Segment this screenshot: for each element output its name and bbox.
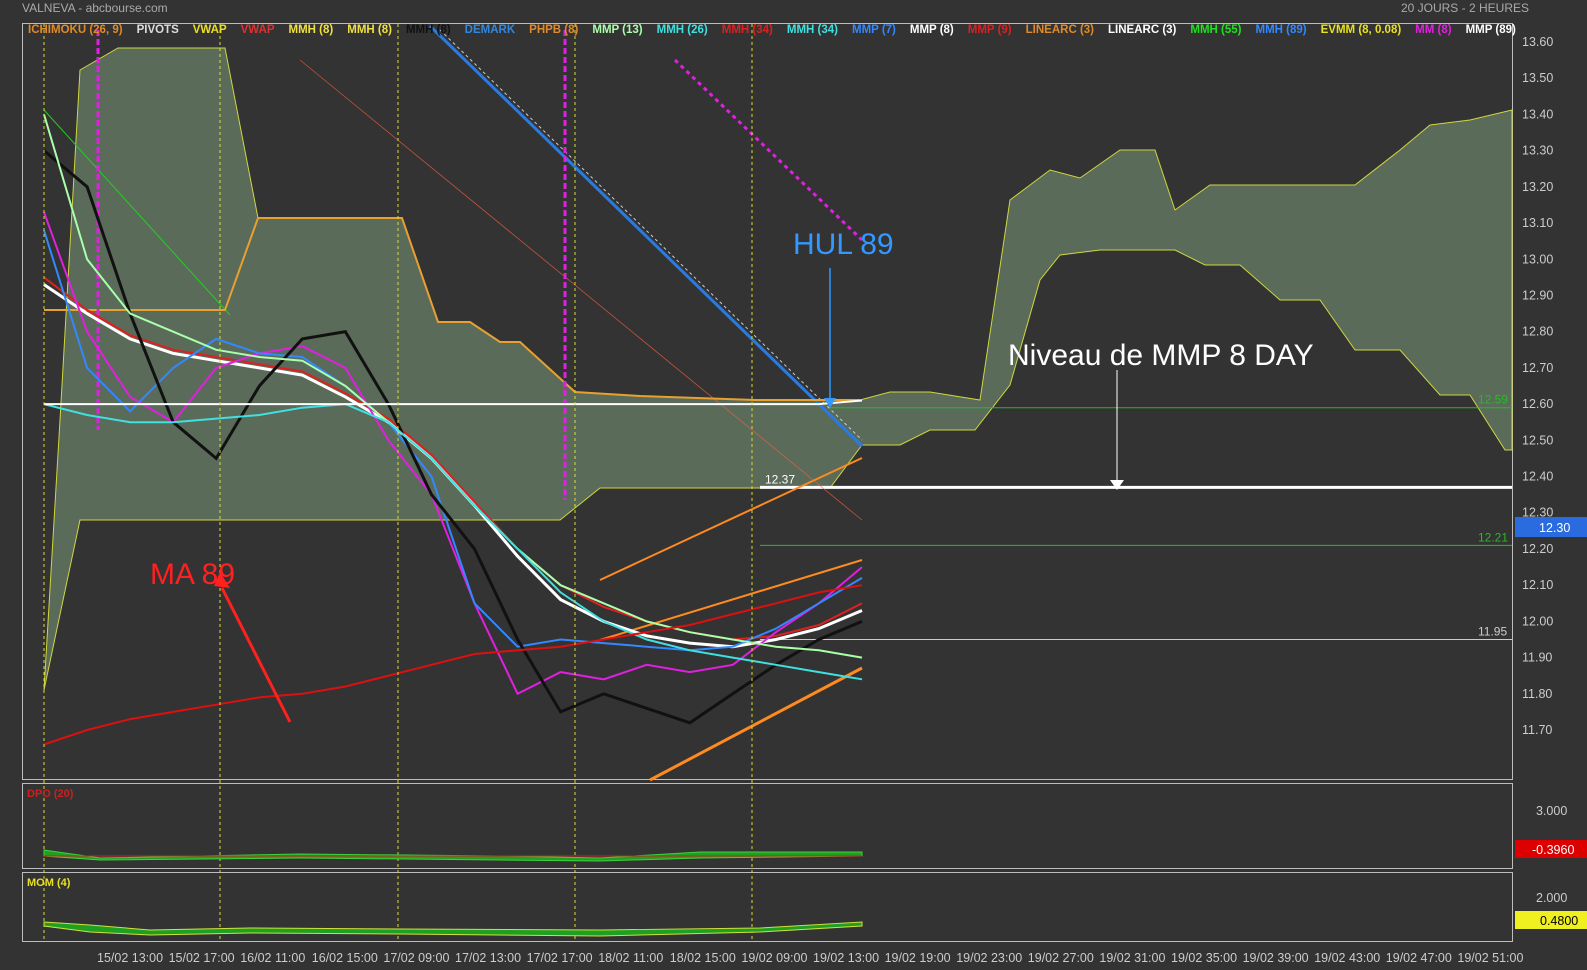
mom-tick: 2.000 xyxy=(1536,891,1567,905)
x-tick-label: 16/02 11:00 xyxy=(240,951,305,965)
x-tick-label: 19/02 09:00 xyxy=(741,951,807,965)
y-tick-label: 13.10 xyxy=(1522,216,1553,230)
x-tick-label: 19/02 43:00 xyxy=(1314,951,1380,965)
legend-entry: LINEARC (3) xyxy=(1108,24,1177,36)
legend-entry: MMP (8) xyxy=(909,24,954,36)
x-tick-label: 15/02 17:00 xyxy=(169,951,235,965)
legend-entry: MMH (34) xyxy=(786,24,839,36)
y-tick-label: 12.00 xyxy=(1522,614,1553,628)
x-tick-label: 17/02 17:00 xyxy=(527,951,593,965)
legend-entry: DEMARK xyxy=(464,24,516,36)
level-label: 11.95 xyxy=(1478,624,1507,638)
x-tick-label: 18/02 15:00 xyxy=(670,951,736,965)
legend-entry: ICHIMOKU (26, 9) xyxy=(28,24,123,36)
y-tick-label: 12.90 xyxy=(1522,288,1553,302)
legend-entry: MMH (55) xyxy=(1190,24,1242,36)
x-tick-label: 15/02 13:00 xyxy=(97,951,163,965)
y-tick-label: 11.70 xyxy=(1522,723,1552,737)
legend-entry: VWAP xyxy=(240,24,275,36)
mom-area xyxy=(43,921,863,937)
x-tick-label: 19/02 13:00 xyxy=(813,951,879,965)
y-axis: 13.60 13.50 13.40 13.30 13.20 13.10 13.00 12.90… xyxy=(1522,35,1553,737)
legend-entry: MMH (8) xyxy=(288,24,334,36)
y-tick-label: 13.20 xyxy=(1522,180,1553,194)
legend-entry: MMP (89) xyxy=(1465,24,1516,36)
y-tick-label: 12.50 xyxy=(1522,433,1553,447)
legend-entry: MM (8) xyxy=(1415,24,1452,36)
legend-entry: MMH (8) xyxy=(405,24,451,36)
mom-last-value: 0.4800 xyxy=(1540,914,1578,928)
legend-entry: MMH (26) xyxy=(656,24,708,36)
x-tick-label: 19/02 39:00 xyxy=(1243,951,1309,965)
chart-canvas: 12.59 12.37 12.21 11.95 13.60 13.50 13.40 13.3… xyxy=(27,24,1587,965)
y-tick-label: 11.90 xyxy=(1522,651,1552,665)
annotation-mmp8day: Niveau de MMP 8 DAY xyxy=(1008,339,1314,372)
y-tick-label: 13.60 xyxy=(1522,35,1553,49)
x-tick-label: 19/02 23:00 xyxy=(956,951,1022,965)
legend-entry: MMH (89) xyxy=(1255,24,1307,36)
x-tick-label: 19/02 31:00 xyxy=(1099,951,1165,965)
x-tick-label: 19/02 35:00 xyxy=(1171,951,1237,965)
legend-entry: MMH (8) xyxy=(347,24,392,36)
legend-entry: LINEARC (3) xyxy=(1025,24,1095,36)
legend-entry: MMH (34) xyxy=(721,24,773,36)
x-tick-label: 18/02 11:00 xyxy=(598,951,663,965)
mom-title: MOM (4) xyxy=(27,877,71,889)
y-tick-label: 12.20 xyxy=(1522,542,1553,556)
x-tick-label: 19/02 51:00 xyxy=(1457,951,1523,965)
dpo-title: DPO (20) xyxy=(27,788,74,800)
legend-entry: VWAP xyxy=(192,24,227,36)
y-tick-label: 12.80 xyxy=(1522,325,1553,339)
dpo-tick: 3.000 xyxy=(1536,804,1567,818)
x-tick-label: 17/02 13:00 xyxy=(455,951,521,965)
y-tick-label: 13.50 xyxy=(1522,71,1553,85)
x-tick-label: 17/02 09:00 xyxy=(383,951,449,965)
y-tick-label: 13.40 xyxy=(1522,107,1553,121)
last-price: 12.30 xyxy=(1539,521,1570,535)
y-tick-label: 13.00 xyxy=(1522,252,1553,266)
x-tick-label: 19/02 19:00 xyxy=(885,951,951,965)
y-tick-label: 13.30 xyxy=(1522,144,1553,158)
indicator-legend: ICHIMOKU (26, 9) PIVOTS VWAP VWAP MMH (8) MMH… xyxy=(28,24,1530,36)
legend-entry: PHPB (8) xyxy=(529,24,579,36)
y-tick-label: 11.80 xyxy=(1522,687,1552,701)
annotation-hul89: HUL 89 xyxy=(793,228,894,261)
level-label: 12.21 xyxy=(1478,530,1508,544)
x-axis: 15/02 13:00 15/02 17:00 16/02 11:00 16/02 1… xyxy=(97,951,1523,965)
level-label: 12.37 xyxy=(765,472,795,486)
level-label: 12.59 xyxy=(1478,393,1508,407)
dpo-last-value: -0.3960 xyxy=(1532,843,1574,857)
legend-entry: EVMM (8, 0.08) xyxy=(1320,24,1402,36)
legend-entry: MMP (9) xyxy=(967,24,1012,36)
series-line xyxy=(43,584,863,746)
x-tick-label: 16/02 15:00 xyxy=(312,951,378,965)
x-tick-label: 19/02 27:00 xyxy=(1028,951,1094,965)
legend-entry: PIVOTS xyxy=(136,24,179,36)
y-tick-label: 12.10 xyxy=(1522,578,1553,592)
legend-entry: MMP (13) xyxy=(592,24,643,36)
y-tick-label: 12.60 xyxy=(1522,397,1553,411)
y-tick-label: 12.40 xyxy=(1522,470,1553,484)
x-tick-label: 19/02 47:00 xyxy=(1386,951,1452,965)
legend-entry: MMP (7) xyxy=(852,24,896,36)
y-tick-label: 12.70 xyxy=(1522,361,1553,375)
